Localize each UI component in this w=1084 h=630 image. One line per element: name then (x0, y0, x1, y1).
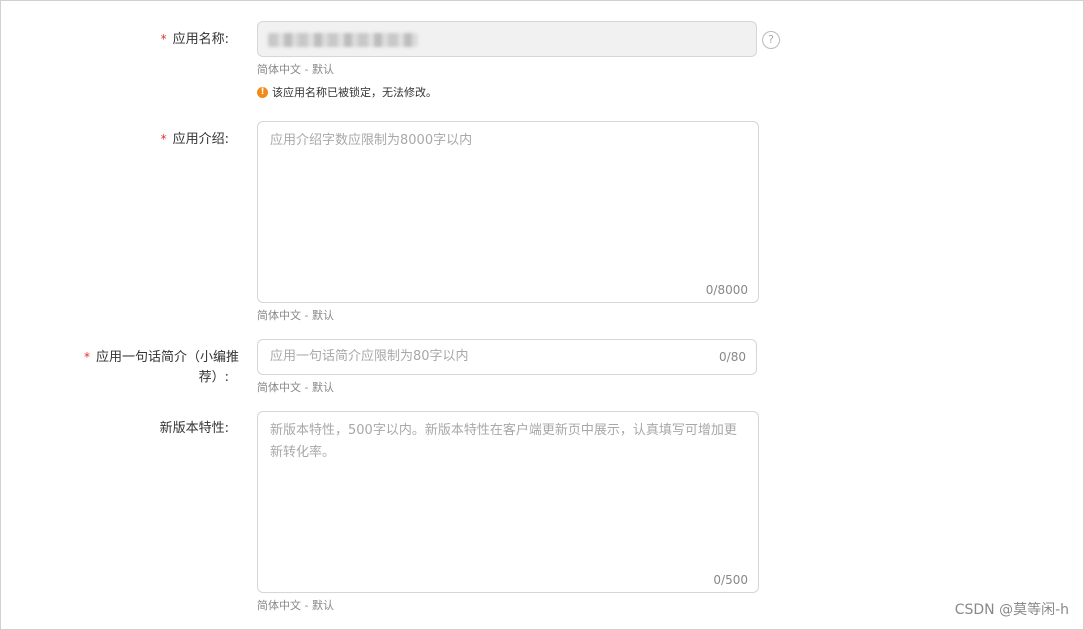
app-name-lang-hint: 简体中文 - 默认 (257, 63, 334, 76)
warning-icon: ! (257, 86, 268, 98)
required-mark: * (83, 350, 90, 364)
new-features-lang-hint: 简体中文 - 默认 (257, 599, 334, 612)
app-name-input[interactable] (257, 21, 757, 57)
new-features-textarea[interactable]: 新版本特性，500字以内。新版本特性在客户端更新页中展示，认真填写可增加更新转化… (257, 411, 759, 593)
app-summary-placeholder: 应用一句话简介应限制为80字以内 (270, 349, 469, 364)
app-summary-counter: 0/80 (719, 350, 746, 364)
app-intro-placeholder: 应用介绍字数应限制为8000字以内 (270, 133, 473, 148)
watermark: CSDN @莫等闲-h (954, 602, 1069, 618)
app-name-locked-warning: ! 该应用名称已被锁定，无法修改。 (257, 84, 437, 100)
app-name-label: 应用名称: (172, 32, 229, 47)
app-summary-label-line2: 荐）: (198, 370, 229, 385)
required-mark: * (160, 132, 167, 146)
new-features-counter: 0/500 (713, 573, 748, 587)
app-intro-textarea[interactable]: 应用介绍字数应限制为8000字以内 0/8000 (257, 121, 759, 303)
new-features-label-row: 新版本特性: (121, 419, 229, 439)
app-summary-input[interactable]: 应用一句话简介应限制为80字以内 0/80 (257, 339, 757, 375)
warning-text: 该应用名称已被锁定，无法修改。 (272, 86, 437, 99)
app-name-label-row: * 应用名称: (121, 29, 229, 50)
help-icon[interactable]: ? (762, 31, 780, 49)
new-features-label: 新版本特性: (159, 421, 229, 436)
app-intro-lang-hint: 简体中文 - 默认 (257, 309, 334, 322)
app-summary-label-line1: 应用一句话简介（小编推 (95, 350, 239, 365)
new-features-placeholder: 新版本特性，500字以内。新版本特性在客户端更新页中展示，认真填写可增加更新转化… (270, 423, 737, 460)
app-summary-label-row: * 应用一句话简介（小编推 荐）: (61, 347, 239, 388)
form-panel: * 应用名称: ? 简体中文 - 默认 ! 该应用名称已被锁定，无法修改。 * 应用… (0, 0, 1084, 630)
app-intro-label-row: * 应用介绍: (121, 129, 229, 150)
required-mark: * (160, 32, 167, 46)
app-summary-lang-hint: 简体中文 - 默认 (257, 381, 334, 394)
app-intro-counter: 0/8000 (705, 283, 748, 297)
app-intro-label: 应用介绍: (172, 132, 229, 147)
redacted-app-name (268, 33, 418, 47)
